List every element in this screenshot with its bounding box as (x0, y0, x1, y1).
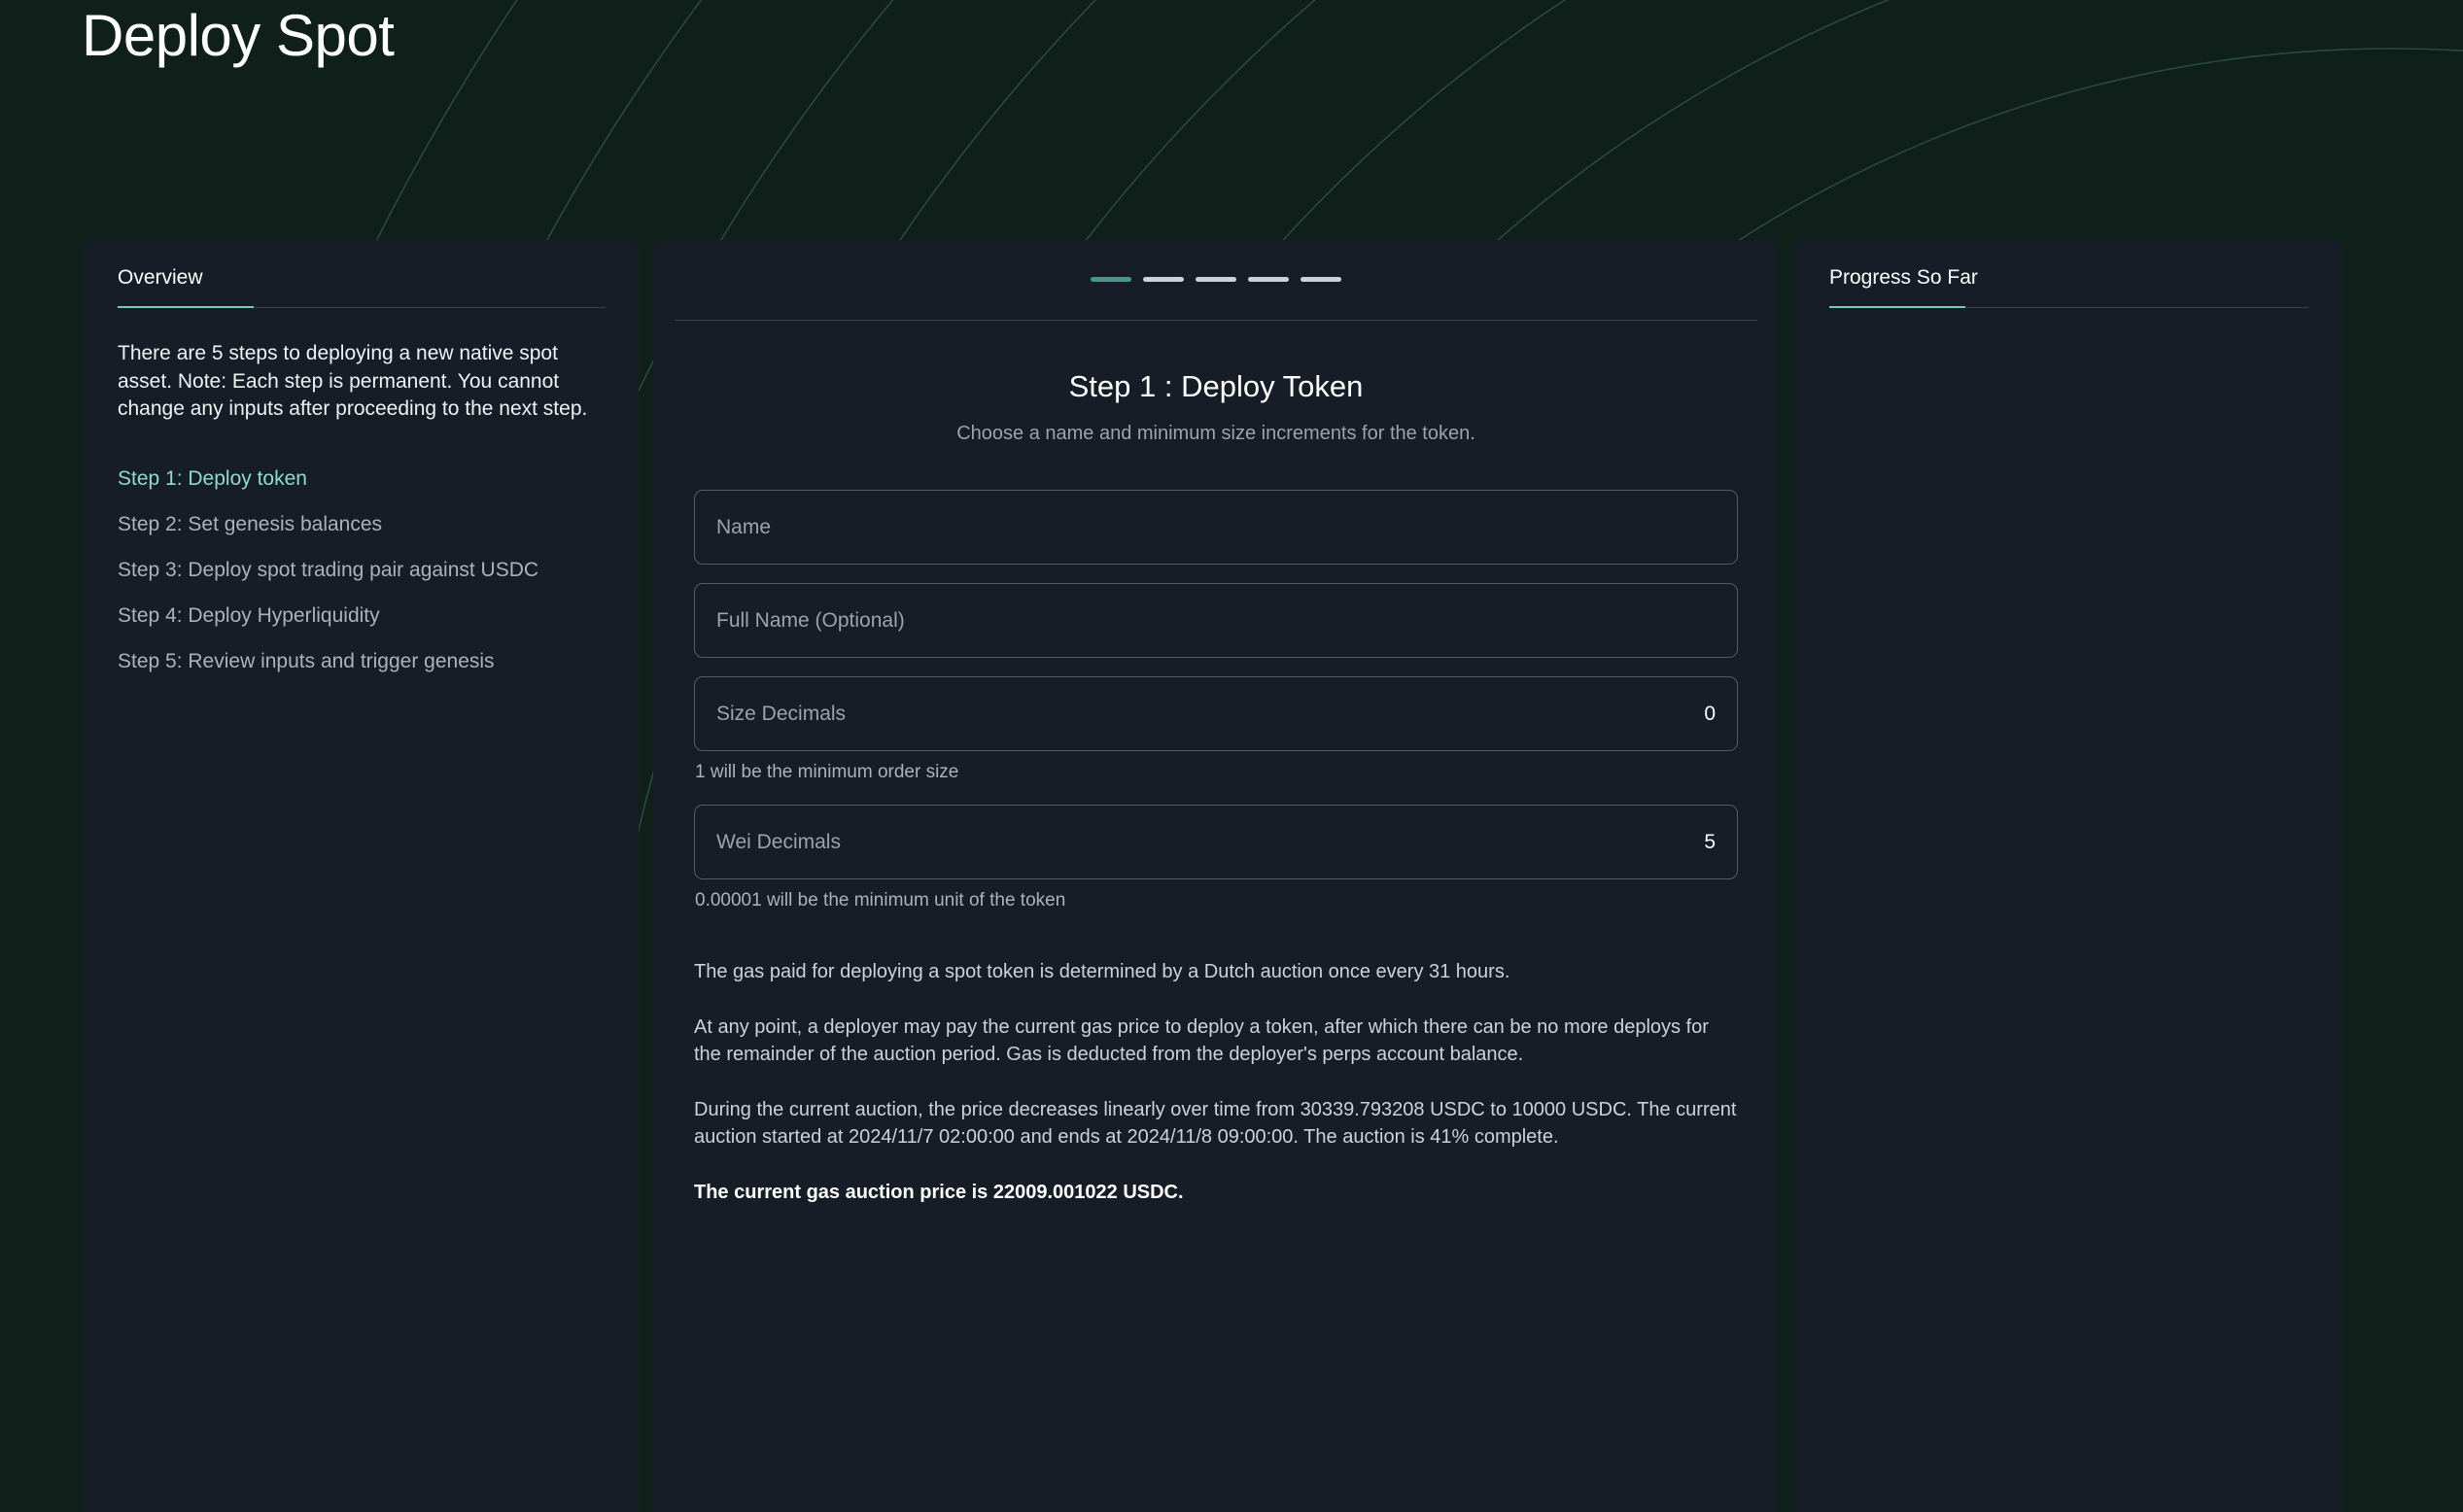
auction-note-2: At any point, a deployer may pay the cur… (694, 1014, 1738, 1068)
auction-notes: The gas paid for deploying a spot token … (694, 958, 1738, 1206)
step-list: Step 1: Deploy token Step 2: Set genesis… (118, 457, 606, 685)
auction-note-1: The gas paid for deploying a spot token … (694, 958, 1738, 985)
overview-body: There are 5 steps to deploying a new nat… (85, 308, 639, 685)
wei-decimals-field[interactable]: Wei Decimals 5 (694, 805, 1738, 879)
tab-overview[interactable]: Overview (118, 265, 203, 308)
overview-tab-header: Overview (85, 240, 639, 308)
tab-progress-so-far[interactable]: Progress So Far (1829, 265, 1978, 308)
step-list-item-2[interactable]: Step 2: Set genesis balances (118, 502, 606, 548)
progress-dash-3 (1196, 277, 1236, 282)
wei-decimals-hint: 0.00001 will be the minimum unit of the … (695, 889, 1738, 912)
wei-decimals-field-value: 5 (1704, 830, 1716, 855)
progress-dash-5 (1301, 277, 1341, 282)
progress-tab-header: Progress So Far (1796, 240, 2342, 308)
step-progress-dashes (653, 277, 1779, 282)
size-decimals-field[interactable]: Size Decimals 0 (694, 676, 1738, 751)
step-panel: Step 1 : Deploy Token Choose a name and … (653, 240, 1779, 1512)
step-body: Step 1 : Deploy Token Choose a name and … (653, 321, 1779, 1206)
progress-panel: Progress So Far (1796, 240, 2342, 1512)
deploy-token-form: Name Full Name (Optional) Size Decimals … (694, 490, 1738, 912)
step-title: Step 1 : Deploy Token (675, 368, 1757, 405)
progress-dash-1 (1091, 277, 1131, 282)
name-field[interactable]: Name (694, 490, 1738, 565)
step-list-item-1[interactable]: Step 1: Deploy token (118, 457, 606, 502)
overview-intro-text: There are 5 steps to deploying a new nat… (118, 340, 606, 424)
progress-body (1796, 308, 2342, 340)
auction-note-3: During the current auction, the price de… (694, 1096, 1738, 1151)
size-decimals-field-placeholder: Size Decimals (716, 702, 1704, 727)
step-progress-header (653, 240, 1779, 321)
step-list-item-4[interactable]: Step 4: Deploy Hyperliquidity (118, 594, 606, 639)
page-title: Deploy Spot (82, 2, 394, 69)
step-list-item-5[interactable]: Step 5: Review inputs and trigger genesi… (118, 639, 606, 685)
progress-tab-active-indicator (1829, 306, 1965, 308)
size-decimals-field-value: 0 (1704, 702, 1716, 727)
overview-panel: Overview There are 5 steps to deploying … (85, 240, 639, 1512)
panels-row: Overview There are 5 steps to deploying … (0, 240, 2463, 1512)
wei-decimals-field-placeholder: Wei Decimals (716, 830, 1704, 855)
step-list-item-3[interactable]: Step 3: Deploy spot trading pair against… (118, 548, 606, 594)
step-header-divider (675, 320, 1757, 321)
progress-dash-2 (1143, 277, 1184, 282)
current-gas-price-note: The current gas auction price is 22009.0… (694, 1179, 1738, 1206)
full-name-field[interactable]: Full Name (Optional) (694, 583, 1738, 658)
size-decimals-hint: 1 will be the minimum order size (695, 761, 1738, 784)
step-subtitle: Choose a name and minimum size increment… (675, 421, 1757, 446)
tab-active-indicator (118, 306, 254, 308)
full-name-field-placeholder: Full Name (Optional) (716, 608, 1716, 634)
progress-dash-4 (1248, 277, 1289, 282)
name-field-placeholder: Name (716, 515, 1716, 540)
